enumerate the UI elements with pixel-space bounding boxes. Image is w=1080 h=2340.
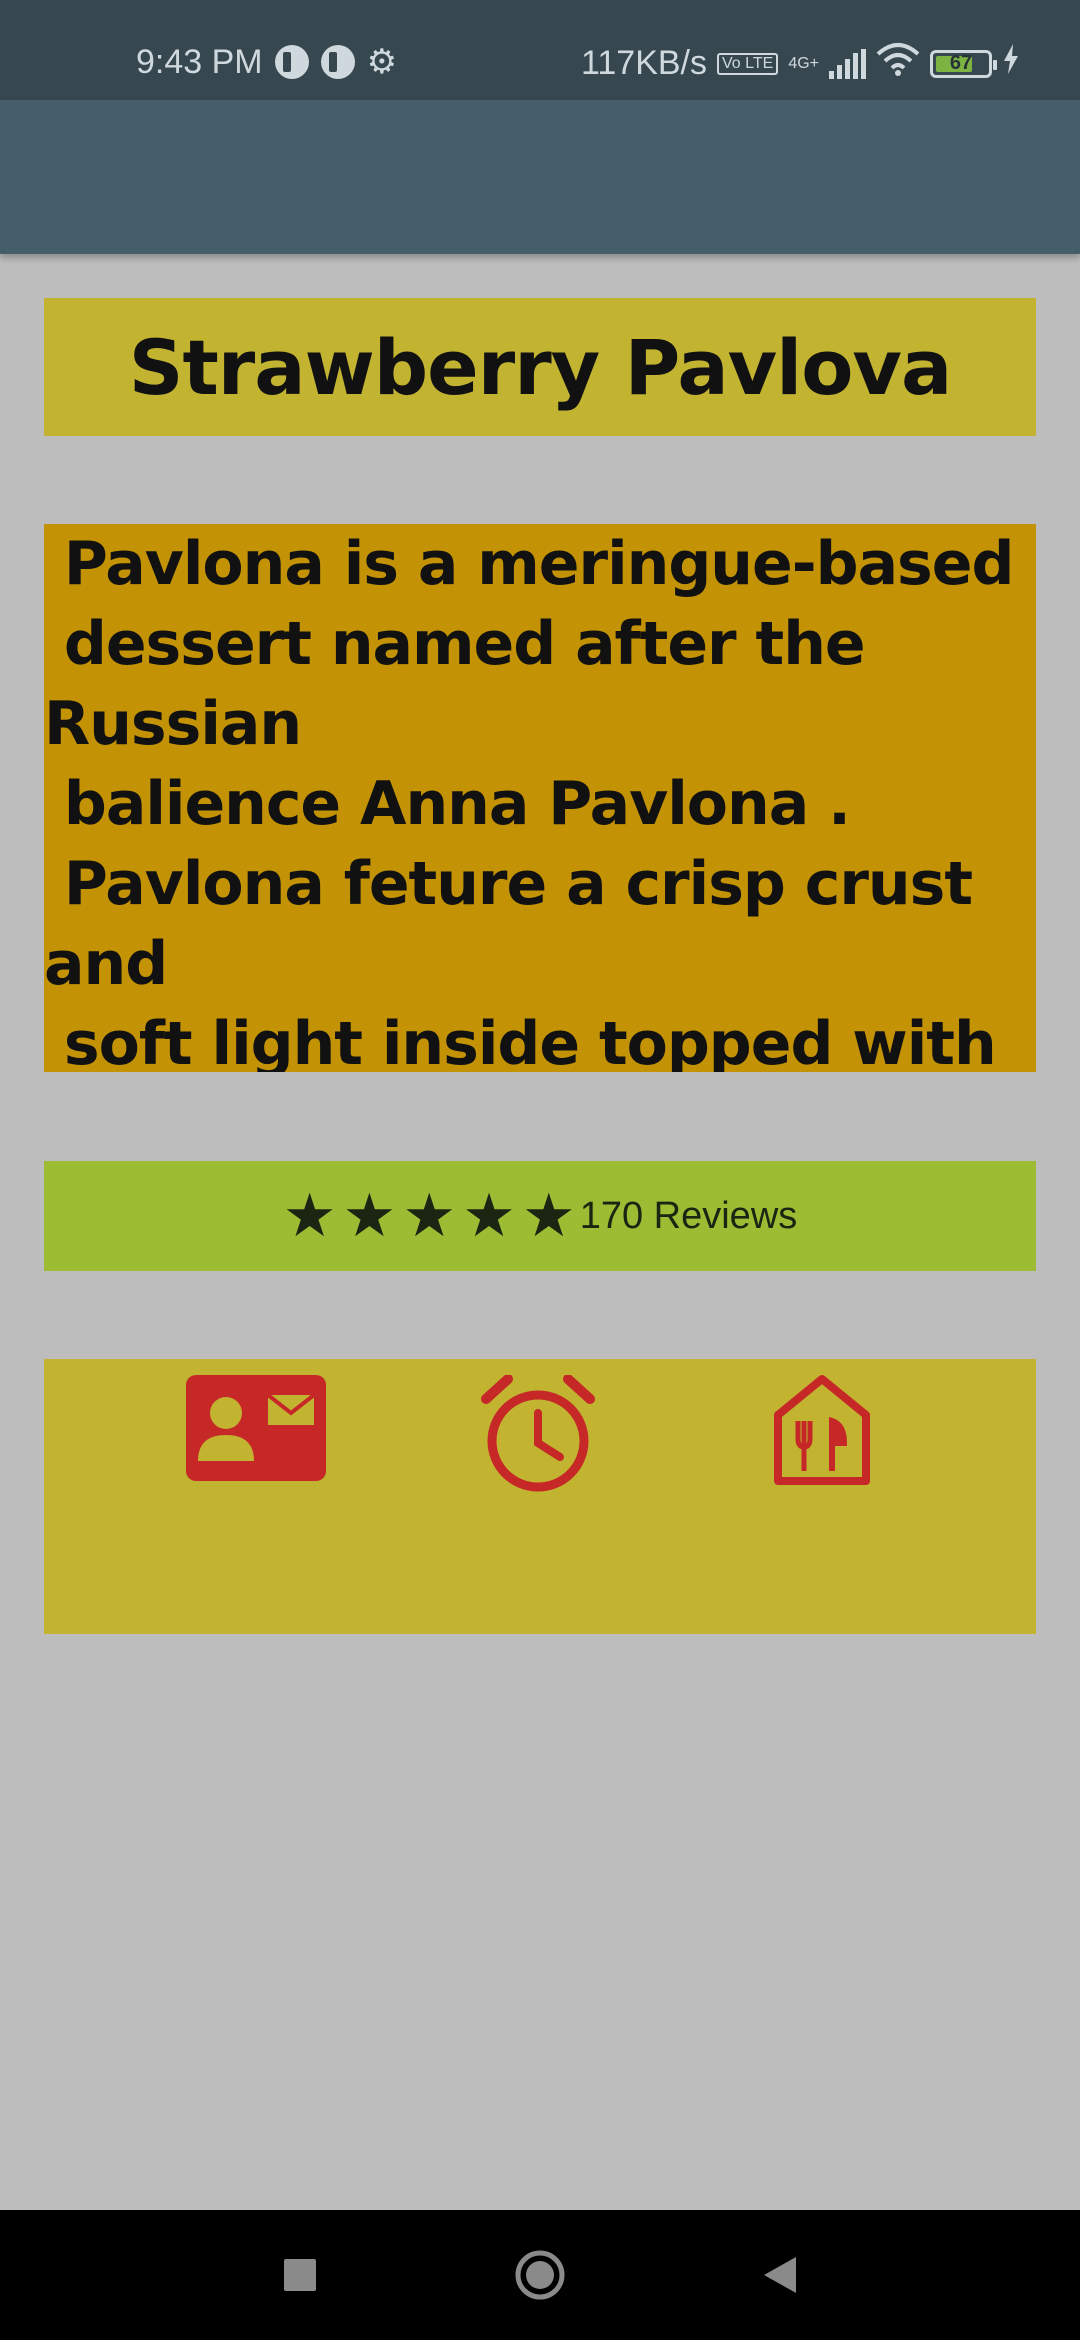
back-button[interactable]	[750, 2210, 810, 2340]
title-box: Strawberry Pavlova	[44, 298, 1036, 436]
status-bar: 9:43 PM ⚙ 117KB/s Vo LTE 4G+ 67	[0, 0, 1080, 100]
rating-bar: ★ ★ ★ ★ ★ 170 Reviews	[44, 1161, 1036, 1271]
restaurant-house-icon[interactable]	[774, 1375, 870, 1490]
star-icon[interactable]: ★	[522, 1186, 576, 1246]
navigation-bar	[0, 2210, 1080, 2340]
status-right: 117KB/s Vo LTE 4G+ 67	[581, 42, 1020, 85]
network-type: 4G+	[788, 54, 819, 72]
app-notification-icon	[274, 45, 309, 79]
description-box[interactable]: Pavlona is a meringue-based dessert name…	[44, 524, 1036, 1072]
alarm-clock-icon[interactable]	[480, 1374, 596, 1500]
app-notification-icon	[320, 45, 355, 79]
battery-level: 67	[949, 52, 973, 74]
status-time: 9:43 PM	[136, 42, 263, 81]
back-triangle-icon	[764, 2257, 796, 2293]
home-circle-icon	[515, 2250, 565, 2300]
reviews-count: 170 Reviews	[579, 1194, 798, 1237]
recipe-description: Pavlona is a meringue-based dessert name…	[44, 529, 1014, 1072]
star-icon[interactable]: ★	[402, 1186, 456, 1246]
net-speed: 117KB/s	[581, 44, 708, 82]
star-icon[interactable]: ★	[343, 1186, 397, 1246]
app-bar	[0, 100, 1080, 254]
home-button[interactable]	[510, 2210, 570, 2340]
settings-gear-icon: ⚙	[366, 43, 398, 81]
signal-icon	[829, 48, 866, 79]
wifi-icon	[876, 42, 920, 85]
recipe-title: Strawberry Pavlova	[128, 322, 953, 412]
status-left: 9:43 PM ⚙	[136, 42, 397, 82]
battery-icon: 67	[930, 49, 997, 78]
charging-icon	[1002, 44, 1020, 83]
volte-icon: Vo LTE	[717, 52, 779, 75]
recents-button[interactable]	[270, 2210, 330, 2340]
actions-box	[44, 1359, 1036, 1634]
contact-card-icon[interactable]	[186, 1375, 326, 1486]
square-icon	[284, 2259, 316, 2291]
star-icon[interactable]: ★	[283, 1186, 337, 1246]
star-icon[interactable]: ★	[462, 1186, 516, 1246]
rating-stars[interactable]: ★ ★ ★ ★ ★	[283, 1186, 576, 1246]
